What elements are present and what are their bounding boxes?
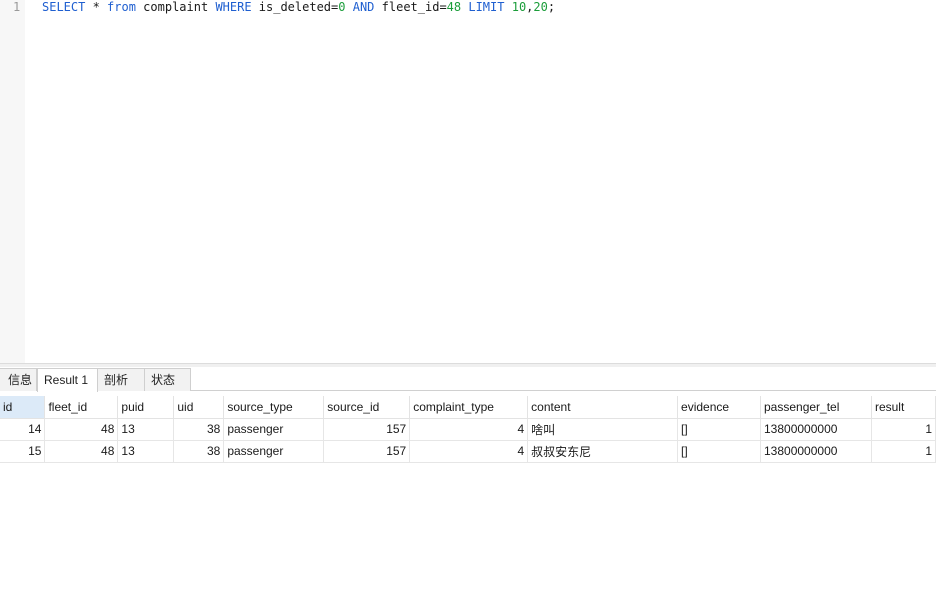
cell-evidence[interactable]: [] xyxy=(677,418,761,441)
tab-result-1-label: Result 1 xyxy=(44,373,89,387)
cell-uid[interactable]: 38 xyxy=(173,418,225,441)
cell-result[interactable]: 1 xyxy=(871,418,936,441)
cell-id[interactable]: 14 xyxy=(0,418,46,441)
column-header-passenger-tel[interactable]: passenger_tel xyxy=(760,396,872,419)
column-header-source-type[interactable]: source_type xyxy=(223,396,325,419)
cell-passenger-tel[interactable]: 13800000000 xyxy=(760,418,872,441)
sql-token: fleet_id= xyxy=(374,0,447,14)
sql-token: SELECT xyxy=(42,0,86,14)
tab-status-label: 状态 xyxy=(151,373,176,387)
line-number: 1 xyxy=(13,0,21,14)
cell-source-type[interactable]: passenger xyxy=(223,418,325,441)
sql-token: ; xyxy=(547,0,556,14)
sql-token: 0 xyxy=(338,0,346,14)
cell-source-id[interactable]: 157 xyxy=(323,440,411,463)
cell-passenger-tel[interactable]: 13800000000 xyxy=(760,440,872,463)
sql-token: AND xyxy=(352,0,375,14)
column-header-puid[interactable]: puid xyxy=(117,396,175,419)
cell-evidence[interactable]: [] xyxy=(677,440,761,463)
cell-fleet-id[interactable]: 48 xyxy=(44,418,119,441)
column-header-source-id[interactable]: source_id xyxy=(323,396,411,419)
grid-header-row: id fleet_id puid uid source_type source_… xyxy=(0,396,936,419)
sql-token: is_deleted= xyxy=(251,0,339,14)
tab-profile[interactable]: 剖析 xyxy=(97,368,145,391)
cell-puid[interactable]: 13 xyxy=(117,440,175,463)
cell-uid[interactable]: 38 xyxy=(173,440,225,463)
sql-token: complaint xyxy=(135,0,216,14)
column-header-result[interactable]: result xyxy=(871,396,936,419)
column-header-content[interactable]: content xyxy=(527,396,679,419)
result-grid[interactable]: id fleet_id puid uid source_type source_… xyxy=(0,396,936,463)
cell-complaint-type[interactable]: 4 xyxy=(409,418,529,441)
sql-token: 20 xyxy=(533,0,548,14)
tab-info[interactable]: 信息 xyxy=(0,368,37,391)
line-number-gutter: 1 xyxy=(0,0,25,363)
sql-token: 48 xyxy=(446,0,462,14)
cell-content[interactable]: 啥叫 xyxy=(527,418,679,441)
column-header-evidence[interactable]: evidence xyxy=(677,396,761,419)
result-tabbar: 信息 Result 1 剖析 状态 xyxy=(0,367,936,392)
table-row[interactable]: 14 48 13 38 passenger 157 4 啥叫 [] 138000… xyxy=(0,418,936,441)
sql-editor[interactable]: 1 SELECT * from complaint WHERE is_delet… xyxy=(0,0,936,363)
cell-result[interactable]: 1 xyxy=(871,440,936,463)
sql-token: * xyxy=(85,0,108,14)
cell-id[interactable]: 15 xyxy=(0,440,46,463)
sql-token: WHERE xyxy=(215,0,252,14)
column-header-complaint-type[interactable]: complaint_type xyxy=(409,396,529,419)
tab-status[interactable]: 状态 xyxy=(144,368,191,391)
cell-source-id[interactable]: 157 xyxy=(323,418,411,441)
cell-fleet-id[interactable]: 48 xyxy=(44,440,119,463)
column-header-uid[interactable]: uid xyxy=(173,396,225,419)
column-header-fleet-id[interactable]: fleet_id xyxy=(44,396,119,419)
cell-content[interactable]: 叔叔安东尼 xyxy=(527,440,679,463)
sql-token: from xyxy=(107,0,136,14)
sql-token: 10 xyxy=(511,0,527,14)
sql-query-line[interactable]: SELECT * from complaint WHERE is_deleted… xyxy=(42,0,555,14)
tab-result-1[interactable]: Result 1 xyxy=(37,368,98,392)
sql-token: LIMIT xyxy=(468,0,505,14)
cell-puid[interactable]: 13 xyxy=(117,418,175,441)
cell-complaint-type[interactable]: 4 xyxy=(409,440,529,463)
table-row[interactable]: 15 48 13 38 passenger 157 4 叔叔安东尼 [] 138… xyxy=(0,440,936,463)
tab-profile-label: 剖析 xyxy=(104,373,129,387)
column-header-id[interactable]: id xyxy=(0,396,46,419)
cell-source-type[interactable]: passenger xyxy=(223,440,325,463)
tab-info-label: 信息 xyxy=(7,373,32,387)
